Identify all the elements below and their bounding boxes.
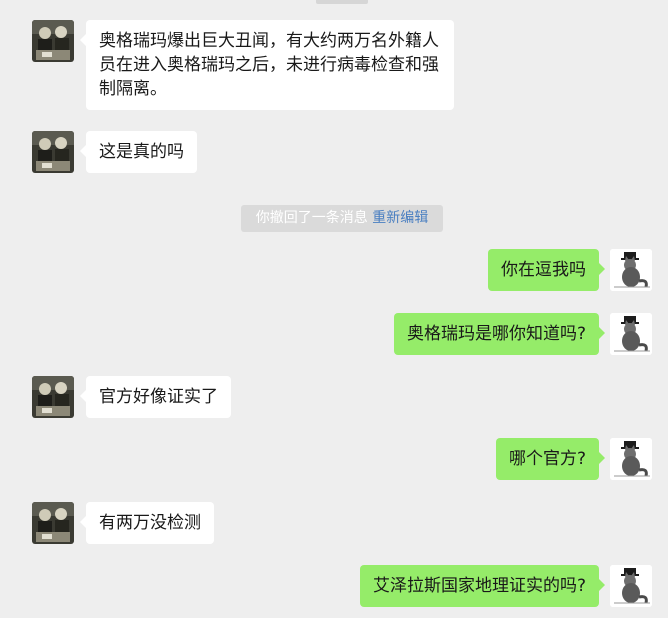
group-photo-avatar-icon xyxy=(32,131,74,173)
cat-with-top-hat-avatar-icon xyxy=(610,565,652,607)
cat-with-top-hat-avatar-icon xyxy=(610,249,652,291)
self-avatar[interactable] xyxy=(610,313,652,355)
contact-avatar[interactable] xyxy=(32,20,74,62)
re-edit-link[interactable]: 重新编辑 xyxy=(372,210,428,226)
message-bubble-outgoing[interactable]: 艾泽拉斯国家地理证实的吗? xyxy=(359,565,606,607)
message-bubble-incoming[interactable]: 官方好像证实了 xyxy=(80,376,231,418)
recall-notice-text: 你撤回了一条消息 xyxy=(255,210,368,226)
contact-avatar[interactable] xyxy=(32,502,74,544)
self-avatar[interactable] xyxy=(610,249,652,291)
scroll-indicator xyxy=(316,0,368,4)
group-photo-avatar-icon xyxy=(32,376,74,418)
message-bubble-outgoing[interactable]: 奥格瑞玛是哪你知道吗? xyxy=(393,313,606,355)
cat-with-top-hat-avatar-icon xyxy=(610,438,652,480)
message-bubble-incoming[interactable]: 有两万没检测 xyxy=(80,502,214,544)
group-photo-avatar-icon xyxy=(32,20,74,62)
self-avatar[interactable] xyxy=(610,438,652,480)
message-bubble-incoming[interactable]: 这是真的吗 xyxy=(80,131,197,173)
chat-message-area: 奥格瑞玛爆出巨大丑闻，有大约两万名外籍人员在进入奥格瑞玛之后，未进行病毒检查和强… xyxy=(0,0,668,618)
contact-avatar[interactable] xyxy=(32,376,74,418)
self-avatar[interactable] xyxy=(610,565,652,607)
message-bubble-incoming[interactable]: 奥格瑞玛爆出巨大丑闻，有大约两万名外籍人员在进入奥格瑞玛之后，未进行病毒检查和强… xyxy=(80,20,454,110)
contact-avatar[interactable] xyxy=(32,131,74,173)
cat-with-top-hat-avatar-icon xyxy=(610,313,652,355)
group-photo-avatar-icon xyxy=(32,502,74,544)
message-bubble-outgoing[interactable]: 你在逗我吗 xyxy=(488,249,605,291)
recall-notice: 你撤回了一条消息 重新编辑 xyxy=(241,205,443,232)
message-bubble-outgoing[interactable]: 哪个官方? xyxy=(495,438,606,480)
